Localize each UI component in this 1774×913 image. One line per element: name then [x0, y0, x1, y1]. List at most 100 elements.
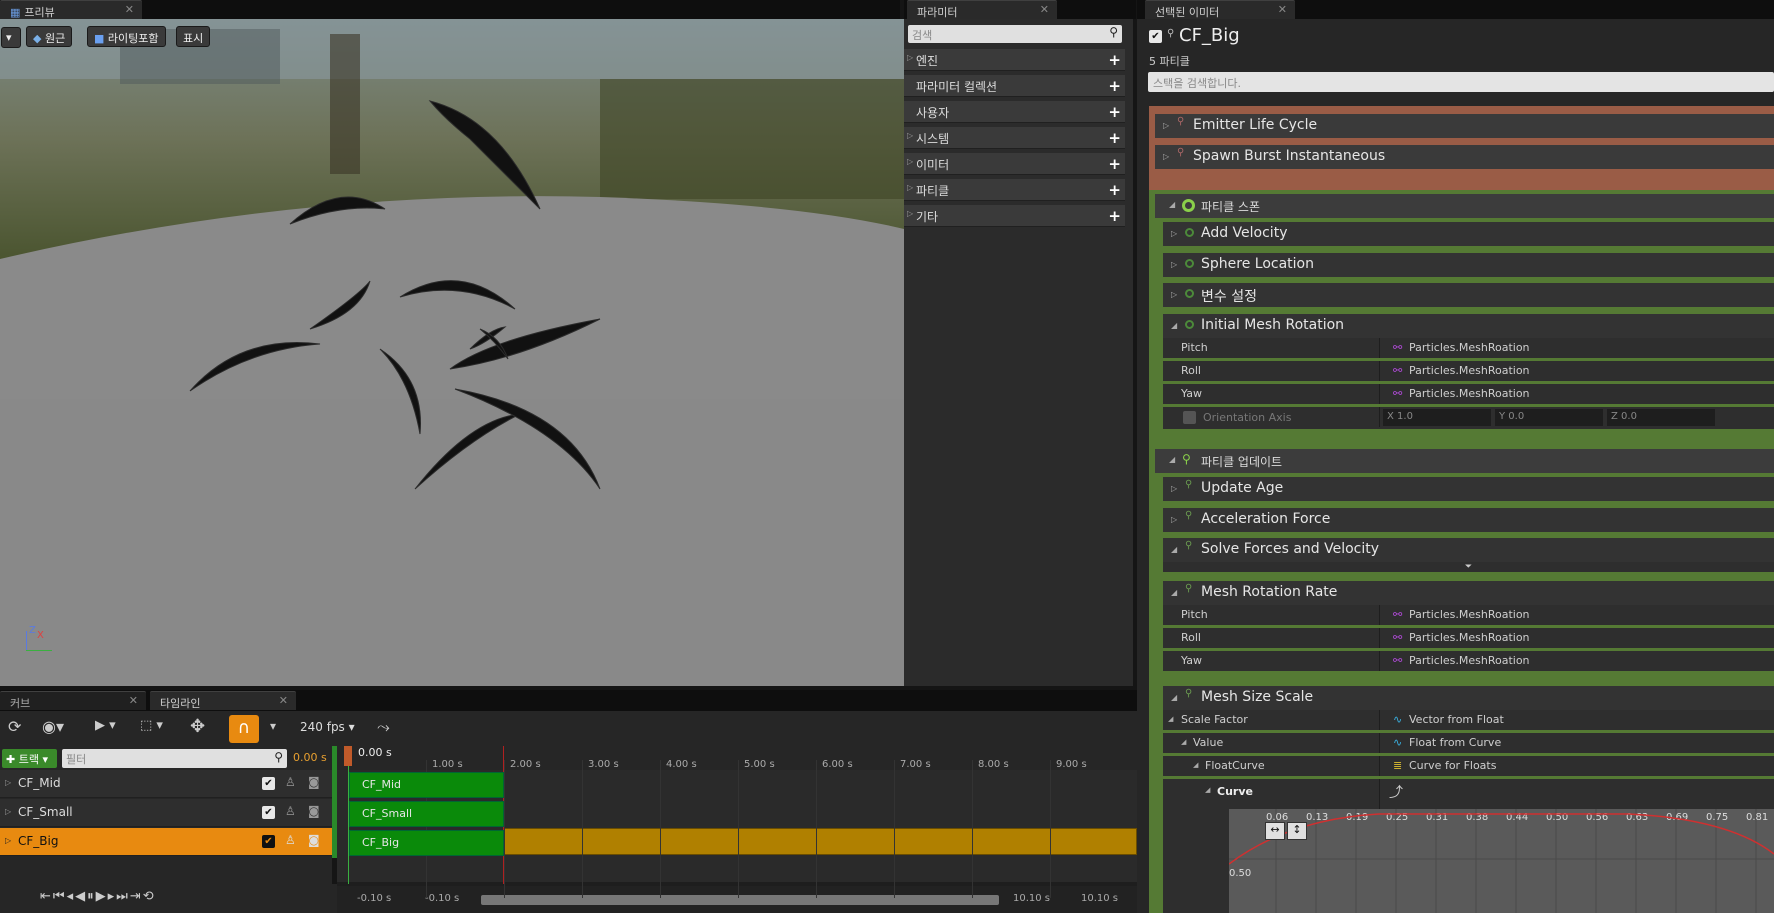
curve-asset-value[interactable]: ≣ Curve for Floats: [1393, 759, 1496, 772]
add-icon[interactable]: +: [1108, 103, 1121, 121]
tab-preview[interactable]: ▦ 프리뷰 ✕: [0, 0, 142, 19]
tab-selected-emitter[interactable]: 선택된 이미터 ✕: [1145, 0, 1295, 19]
isolate-icon[interactable]: ♙: [285, 833, 296, 847]
viewport-options-button[interactable]: ▾: [1, 27, 21, 48]
isolate-icon[interactable]: ♙: [285, 775, 296, 789]
linked-value[interactable]: ⚯ Particles.MeshRoation: [1393, 341, 1530, 354]
curve-editor-icon[interactable]: ⤴: [1389, 782, 1403, 802]
add-icon[interactable]: +: [1108, 77, 1121, 95]
pause-icon[interactable]: ⏸: [87, 889, 96, 904]
stack-search-input[interactable]: 스택을 검색합니다.: [1148, 72, 1774, 92]
track-filter-input[interactable]: 필터 ⚲: [62, 749, 287, 768]
add-icon[interactable]: +: [1108, 207, 1121, 225]
solo-icon[interactable]: ◙: [308, 804, 320, 818]
tab-curve[interactable]: 커브 ✕: [0, 691, 146, 710]
add-icon[interactable]: +: [1108, 181, 1121, 199]
fit-vertical-button[interactable]: ↕: [1287, 822, 1307, 840]
close-icon[interactable]: ✕: [1040, 3, 1049, 16]
linked-value[interactable]: ⚯ Particles.MeshRoation: [1393, 364, 1530, 377]
refresh-icon[interactable]: ⟳: [8, 717, 21, 736]
add-icon[interactable]: +: [1108, 51, 1121, 69]
linked-value[interactable]: ⚯ Particles.MeshRoation: [1393, 654, 1530, 667]
solo-icon[interactable]: ◙: [308, 775, 320, 789]
section-user[interactable]: 사용자 +: [904, 101, 1125, 123]
tab-params[interactable]: 파라미터 ✕: [907, 0, 1057, 19]
selection-icon[interactable]: ⬚ ▾: [140, 718, 163, 733]
linked-value[interactable]: ⚯ Particles.MeshRoation: [1393, 631, 1530, 644]
module-mesh-size-scale[interactable]: ◢ ⚲ Mesh Size Scale: [1163, 686, 1774, 710]
module-solve-forces[interactable]: ◢ ⚲ Solve Forces and Velocity: [1163, 538, 1774, 562]
track-row-selected[interactable]: ▷ CF_Big ✔ ♙ ◙: [0, 828, 332, 856]
section-system[interactable]: ▷ 시스템 +: [904, 127, 1125, 149]
module-set-variables[interactable]: ▷ 변수 설정: [1163, 283, 1774, 307]
track-clip[interactable]: CF_Big: [349, 830, 504, 856]
prev-key-icon[interactable]: ⏮: [53, 889, 67, 904]
track-clip[interactable]: CF_Small: [349, 801, 504, 827]
add-icon[interactable]: +: [1108, 129, 1121, 147]
play-icon[interactable]: ▶: [96, 889, 108, 904]
module-acceleration-force[interactable]: ▷ ⚲ Acceleration Force: [1163, 508, 1774, 532]
axis-z-field[interactable]: Z 0.0: [1607, 409, 1715, 426]
close-icon[interactable]: ✕: [129, 694, 138, 707]
emitter-enabled-checkbox[interactable]: ✔: [1149, 30, 1162, 43]
reverse-icon[interactable]: ◀: [75, 889, 87, 904]
add-track-button[interactable]: ✚ 트랙 ▾: [2, 749, 57, 768]
track-row[interactable]: ▷ CF_Mid ✔ ♙ ◙: [0, 770, 332, 798]
show-button[interactable]: 표시: [176, 26, 211, 47]
to-start-icon[interactable]: ⇤: [40, 889, 53, 904]
play-options-icon[interactable]: ▶ ▾: [95, 718, 116, 733]
section-other[interactable]: ▷ 기타 +: [904, 205, 1125, 227]
range-scrollbar[interactable]: [481, 895, 999, 905]
prev-frame-icon[interactable]: ◂: [67, 889, 76, 904]
eye-icon[interactable]: ◉▾: [42, 717, 64, 736]
module-spawn-burst[interactable]: ▷ ⚲ Spawn Burst Instantaneous: [1155, 145, 1774, 169]
curve-editor[interactable]: 0.06 0.13 0.19 0.25 0.31 0.38 0.44 0.50 0.56 0.63…: [1229, 809, 1774, 913]
curve-tool-icon[interactable]: ⤳: [377, 717, 390, 737]
transform-icon[interactable]: ✥: [190, 716, 205, 737]
lighting-button[interactable]: ■ 라이팅포함: [87, 26, 166, 47]
section-param-collection[interactable]: 파라미터 컬렉션 +: [904, 75, 1125, 97]
next-frame-icon[interactable]: ▸: [108, 889, 117, 904]
section-engine[interactable]: ▷ 엔진 +: [904, 49, 1125, 71]
expand-more-icon[interactable]: ⏷: [1163, 562, 1774, 572]
pin-icon[interactable]: ⚲: [1167, 28, 1174, 39]
particle-spawn-header[interactable]: ◢ 파티클 스폰: [1155, 194, 1774, 218]
tab-timeline[interactable]: 타임라인 ✕: [150, 691, 296, 710]
particle-update-header[interactable]: ◢ ⚲ 파티클 업데이트: [1155, 449, 1774, 473]
linked-value[interactable]: ⚯ Particles.MeshRoation: [1393, 387, 1530, 400]
track-enable-checkbox[interactable]: ✔: [262, 835, 275, 848]
module-emitter-life-cycle[interactable]: ▷ ⚲ Emitter Life Cycle: [1155, 114, 1774, 138]
snap-magnet-button[interactable]: ∩: [229, 715, 259, 743]
isolate-icon[interactable]: ♙: [285, 804, 296, 818]
track-enable-checkbox[interactable]: ✔: [262, 806, 275, 819]
section-particle[interactable]: ▷ 파티클 +: [904, 179, 1125, 201]
close-icon[interactable]: ✕: [1278, 3, 1287, 16]
dynamic-input-value[interactable]: ∿ Vector from Float: [1393, 713, 1504, 726]
to-end-icon[interactable]: ⇥: [130, 889, 143, 904]
next-key-icon[interactable]: ⏭: [116, 889, 130, 904]
module-initial-mesh-rotation[interactable]: ◢ Initial Mesh Rotation: [1163, 314, 1774, 338]
track-row[interactable]: ▷ CF_Small ✔ ♙ ◙: [0, 799, 332, 827]
close-icon[interactable]: ✕: [279, 694, 288, 707]
module-add-velocity[interactable]: ▷ Add Velocity: [1163, 222, 1774, 246]
add-icon[interactable]: +: [1108, 155, 1121, 173]
loop-icon[interactable]: ⟲: [143, 889, 156, 904]
transport-controls[interactable]: ⇤⏮◂◀⏸▶▸⏭⇥⟲: [0, 884, 337, 913]
axis-x-field[interactable]: X 1.0: [1383, 409, 1491, 426]
orientation-checkbox[interactable]: [1183, 411, 1196, 424]
track-enable-checkbox[interactable]: ✔: [262, 777, 275, 790]
track-clip[interactable]: CF_Mid: [349, 772, 504, 798]
params-search[interactable]: 검색 ⚲: [908, 25, 1122, 43]
playhead-handle[interactable]: [344, 746, 352, 766]
solo-icon[interactable]: ◙: [308, 833, 320, 847]
module-update-age[interactable]: ▷ ⚲ Update Age: [1163, 477, 1774, 501]
dynamic-input-value[interactable]: ∿ Float from Curve: [1393, 736, 1501, 749]
section-emitter[interactable]: ▷ 이미터 +: [904, 153, 1125, 175]
linked-value[interactable]: ⚯ Particles.MeshRoation: [1393, 608, 1530, 621]
fit-horizontal-button[interactable]: ↔: [1265, 822, 1285, 840]
axis-y-field[interactable]: Y 0.0: [1495, 409, 1603, 426]
close-icon[interactable]: ✕: [125, 3, 134, 16]
snap-options-icon[interactable]: ▾: [270, 719, 276, 733]
fps-selector[interactable]: 240 fps ▾: [300, 720, 355, 734]
module-sphere-location[interactable]: ▷ Sphere Location: [1163, 253, 1774, 277]
